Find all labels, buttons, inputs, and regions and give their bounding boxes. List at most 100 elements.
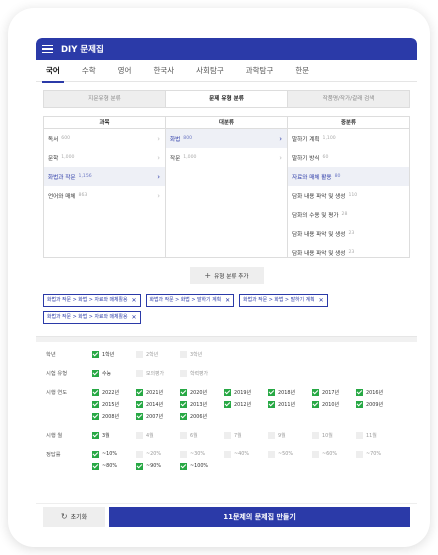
- list-item[interactable]: 담화 내용 파악 및 생성 23: [288, 243, 409, 257]
- filter-option-checkbox[interactable]: ~80%: [92, 460, 136, 472]
- filter-option-checkbox[interactable]: 2006년: [180, 410, 224, 422]
- close-icon[interactable]: ✕: [319, 295, 324, 306]
- list-item[interactable]: 화법 800 ›: [166, 129, 287, 148]
- tab-korean[interactable]: 국어: [42, 60, 64, 83]
- tab-math[interactable]: 수학: [82, 60, 96, 82]
- item-label: 말하기 방식: [292, 155, 320, 162]
- classification-mode-switch: 지문유형 분류 문제 유형 분류 작품명/작가/갈래 검색: [43, 90, 410, 108]
- filter-option-checkbox[interactable]: ~50%: [268, 448, 312, 460]
- option-label: 2015년: [102, 401, 119, 408]
- option-label: 2018년: [278, 389, 295, 396]
- filter-option-checkbox[interactable]: 7월: [224, 429, 268, 441]
- filter-option-checkbox[interactable]: 2011년: [268, 398, 312, 410]
- filter-option-checkbox[interactable]: ~90%: [136, 460, 180, 472]
- checkbox-checked-icon: [92, 369, 99, 377]
- tab-english[interactable]: 영어: [118, 60, 132, 82]
- filter-option-checkbox[interactable]: ~30%: [180, 448, 224, 460]
- item-label: 화법과 작문: [48, 174, 76, 181]
- mode-question-type[interactable]: 문제 유형 분류: [165, 91, 288, 107]
- filter-option-checkbox[interactable]: 2014년: [136, 398, 180, 410]
- option-label: 6월: [190, 432, 198, 439]
- filter-option-checkbox[interactable]: 2022년: [92, 386, 136, 398]
- filter-option-checkbox[interactable]: 2016년: [356, 386, 400, 398]
- filter-options: 2022년 2021년 2020년 2019년 2018년 2017년 2016년 2015년…: [92, 386, 417, 422]
- list-item[interactable]: 말하기 계획 1,100: [288, 129, 409, 148]
- make-workbook-button[interactable]: 11문제의 문제집 만들기: [109, 506, 410, 527]
- filter-option-checkbox[interactable]: 2007년: [136, 410, 180, 422]
- filter-option-checkbox[interactable]: ~40%: [224, 448, 268, 460]
- selected-chip: 화법과 작문 > 화법 > 말하기 계획 ✕: [145, 294, 235, 307]
- list-item[interactable]: 작문 1,000 ›: [166, 148, 287, 167]
- list-item[interactable]: 말하기 방식 60: [288, 148, 409, 167]
- list-item[interactable]: 자료와 매체 활용 80: [288, 167, 409, 186]
- app-title: DIY 문제집: [61, 45, 104, 55]
- checkbox-checked-icon: [356, 388, 363, 396]
- filter-option-checkbox[interactable]: 10월: [312, 429, 356, 441]
- filter-option-checkbox[interactable]: 1학년: [92, 348, 136, 360]
- chip-label: 화법과 작문 > 화법 > 말하기 계획: [243, 297, 315, 303]
- filter-option-checkbox[interactable]: 6월: [180, 429, 224, 441]
- item-count: 1,156: [78, 174, 92, 179]
- filter-option-checkbox[interactable]: 3학년: [180, 348, 224, 360]
- filter-option-checkbox[interactable]: 2013년: [180, 398, 224, 410]
- filter-option-checkbox[interactable]: ~100%: [180, 460, 224, 472]
- checkbox-checked-icon: [92, 450, 99, 458]
- tab-chinese-characters[interactable]: 한문: [295, 60, 309, 82]
- list-item[interactable]: 문학 1,000 ›: [44, 148, 165, 167]
- option-label: ~70%: [366, 451, 381, 457]
- list-item[interactable]: 담화 내용 파악 및 생성 110: [288, 186, 409, 205]
- selected-chip: 화법과 작문 > 화법 > 자료와 매체활용 ✕: [43, 294, 141, 307]
- tab-science[interactable]: 과학탐구: [246, 60, 274, 82]
- checkbox-checked-icon: [136, 388, 143, 396]
- filter-option-checkbox[interactable]: 2학년: [136, 348, 180, 360]
- list-item[interactable]: 담화 내용 파악 및 생성 23: [288, 224, 409, 243]
- item-count: 800: [183, 136, 193, 141]
- tab-social-studies[interactable]: 사회탐구: [196, 60, 224, 82]
- filter-option-checkbox[interactable]: 2012년: [224, 398, 268, 410]
- close-icon[interactable]: ✕: [225, 295, 230, 306]
- filter-option-checkbox[interactable]: 11월: [356, 429, 400, 441]
- chevron-right-icon: ›: [157, 172, 160, 181]
- filter-option-checkbox[interactable]: 2017년: [312, 386, 356, 398]
- plus-icon: +: [204, 271, 212, 280]
- chevron-right-icon: ›: [279, 134, 282, 143]
- item-count: 23: [348, 231, 355, 236]
- checkbox-unchecked-icon: [136, 369, 143, 377]
- filter-option-checkbox[interactable]: 2021년: [136, 386, 180, 398]
- filter-option-checkbox[interactable]: 9월: [268, 429, 312, 441]
- list-item[interactable]: 독서 600 ›: [44, 129, 165, 148]
- mode-work-search[interactable]: 작품명/작가/갈래 검색: [288, 91, 409, 107]
- list-item[interactable]: 언어와 매체 863 ›: [44, 186, 165, 205]
- checkbox-checked-icon: [92, 412, 99, 420]
- filter-option-checkbox[interactable]: 2008년: [92, 410, 136, 422]
- filter-option-checkbox[interactable]: 4월: [136, 429, 180, 441]
- close-icon[interactable]: ✕: [132, 312, 137, 323]
- filter-option-checkbox[interactable]: ~60%: [312, 448, 356, 460]
- checkbox-checked-icon: [312, 388, 319, 396]
- list-item[interactable]: 담화의 수용 및 평가 28: [288, 205, 409, 224]
- filter-option-checkbox[interactable]: ~70%: [356, 448, 400, 460]
- filter-option-checkbox[interactable]: 2019년: [224, 386, 268, 398]
- filter-option-checkbox[interactable]: 3월: [92, 429, 136, 441]
- filter-option-checkbox[interactable]: 2015년: [92, 398, 136, 410]
- add-classification-button[interactable]: + 유형 분류 추가: [189, 267, 264, 284]
- close-icon[interactable]: ✕: [132, 295, 137, 306]
- filter-option-checkbox[interactable]: 학력평가: [180, 367, 224, 379]
- item-count: 110: [348, 193, 358, 198]
- tab-korean-history[interactable]: 한국사: [153, 60, 174, 82]
- filter-option-checkbox[interactable]: 모의평가: [136, 367, 180, 379]
- filter-option-checkbox[interactable]: 2010년: [312, 398, 356, 410]
- filter-option-checkbox[interactable]: ~20%: [136, 448, 180, 460]
- list-item[interactable]: 화법과 작문 1,156 ›: [44, 167, 165, 186]
- menu-icon[interactable]: [42, 44, 53, 54]
- option-label: 모의평가: [146, 370, 164, 377]
- filter-option-checkbox[interactable]: 2018년: [268, 386, 312, 398]
- filter-option-checkbox[interactable]: ~10%: [92, 448, 136, 460]
- checkbox-checked-icon: [92, 388, 99, 396]
- filter-option-checkbox[interactable]: 수능: [92, 367, 136, 379]
- filter-option-checkbox[interactable]: 2020년: [180, 386, 224, 398]
- reset-button[interactable]: ↻ 초기화: [43, 506, 105, 527]
- filter-option-checkbox[interactable]: 2009년: [356, 398, 400, 410]
- mode-passage-type[interactable]: 지문유형 분류: [44, 91, 165, 107]
- filter-row-exam-type: 시험 유형 수능 모의평가 학력평가: [46, 367, 417, 379]
